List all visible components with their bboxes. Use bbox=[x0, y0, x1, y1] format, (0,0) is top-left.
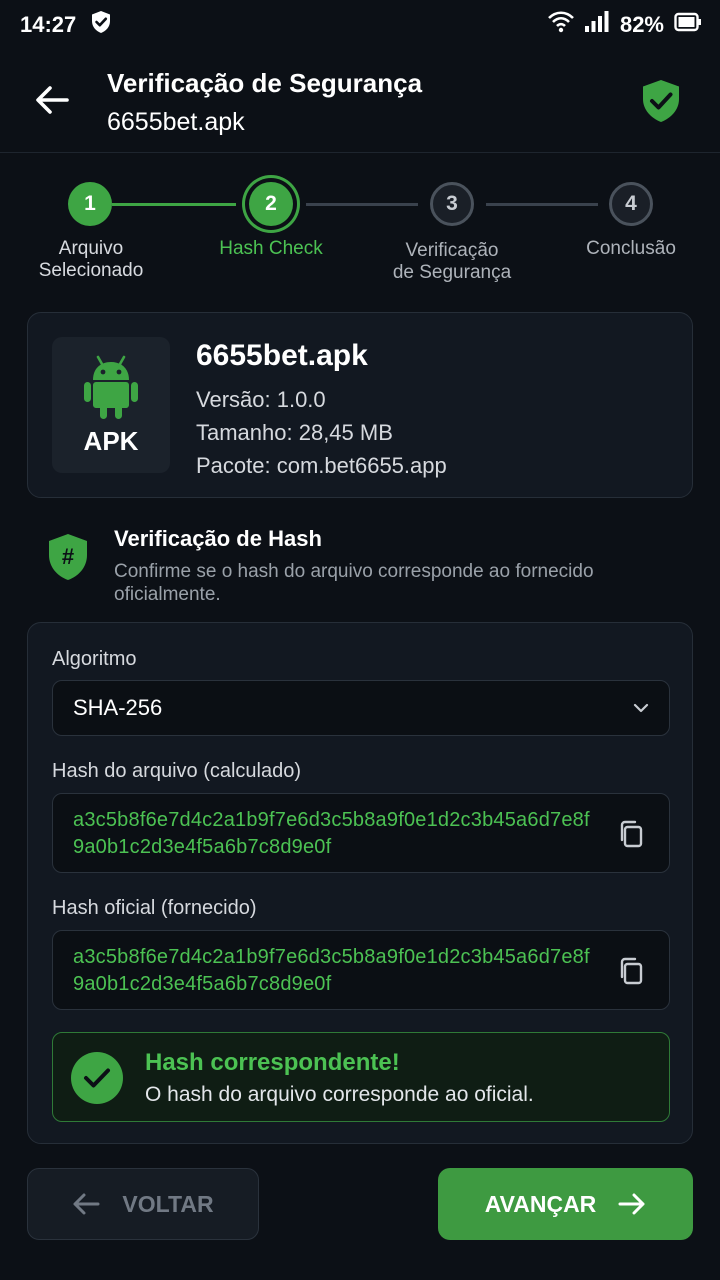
chevron-down-icon bbox=[633, 703, 649, 713]
calculated-hash-label: Hash do arquivo (calculado) bbox=[52, 760, 302, 782]
step-2-indicator: 2 bbox=[249, 182, 293, 226]
arrow-left-icon bbox=[73, 1193, 100, 1215]
file-name: 6655bet.apk bbox=[196, 339, 368, 372]
step-1-indicator: 1 bbox=[68, 182, 112, 226]
step-4-label: Conclusão bbox=[586, 238, 676, 259]
hash-section-description: Confirme se o hash do arquivo correspond… bbox=[114, 561, 594, 605]
algorithm-selected-value: SHA-256 bbox=[73, 695, 163, 720]
apk-badge-label: APK bbox=[83, 425, 139, 456]
android-icon bbox=[84, 355, 138, 419]
step-4-indicator: 4 bbox=[609, 182, 653, 226]
step-3-label: Verificação de Segurança bbox=[392, 240, 512, 283]
algorithm-label: Algoritmo bbox=[52, 648, 137, 670]
calculated-hash-value: a3c5b8f6e7d4c2a1b9f7e6d3c5b8a9f0e1d2c3b4… bbox=[73, 809, 590, 858]
file-size: Tamanho: 28,45 MB bbox=[196, 420, 393, 445]
official-hash-value: a3c5b8f6e7d4c2a1b9f7e6d3c5b8a9f0e1d2c3b4… bbox=[73, 946, 590, 995]
arrow-left-icon bbox=[36, 86, 69, 114]
step-3-indicator: 3 bbox=[430, 182, 474, 226]
step-connector bbox=[306, 203, 418, 206]
battery-percent: 82% bbox=[619, 12, 664, 37]
step-connector bbox=[486, 203, 598, 206]
step-connector bbox=[112, 203, 236, 206]
official-hash-label: Hash oficial (fornecido) bbox=[52, 897, 257, 919]
file-package: Pacote: com.bet6655.app bbox=[196, 453, 447, 478]
copy-official-hash-button[interactable] bbox=[615, 955, 647, 987]
check-circle-icon bbox=[71, 1052, 123, 1104]
page-title: Verificação de Segurança bbox=[107, 68, 423, 98]
app-header: Verificação de Segurança 6655bet.apk bbox=[0, 52, 720, 153]
result-title: Hash correspondente! bbox=[145, 1049, 400, 1076]
copy-icon bbox=[620, 957, 643, 985]
official-hash-field[interactable]: a3c5b8f6e7d4c2a1b9f7e6d3c5b8a9f0e1d2c3b4… bbox=[52, 930, 670, 1010]
shield-check-icon bbox=[640, 78, 682, 129]
status-time: 14:27 bbox=[20, 12, 77, 37]
status-bar: 14:27 82% bbox=[0, 0, 720, 50]
file-version: Versão: 1.0.0 bbox=[196, 387, 326, 412]
file-info-card: APK 6655bet.apk Versão: 1.0.0 Tamanho: 2… bbox=[27, 312, 693, 498]
next-button-label: AVANÇAR bbox=[484, 1190, 597, 1217]
page-subtitle: 6655bet.apk bbox=[107, 108, 245, 136]
progress-stepper: 1 2 3 4 Arquivo Selecionado Hash Check V… bbox=[0, 170, 720, 300]
hash-shield-icon: # bbox=[46, 532, 90, 587]
svg-text:#: # bbox=[62, 544, 74, 569]
back-arrow-button[interactable] bbox=[30, 78, 74, 122]
next-button[interactable]: AVANÇAR bbox=[438, 1168, 693, 1240]
back-button[interactable]: VOLTAR bbox=[27, 1168, 259, 1240]
back-button-label: VOLTAR bbox=[122, 1190, 214, 1217]
algorithm-select[interactable]: SHA-256 bbox=[52, 680, 670, 736]
result-description: O hash do arquivo corresponde ao oficial… bbox=[145, 1083, 534, 1106]
apk-file-tile: APK bbox=[52, 337, 170, 473]
hash-match-result: Hash correspondente! O hash do arquivo c… bbox=[52, 1032, 670, 1122]
wifi-icon bbox=[548, 11, 574, 39]
calculated-hash-field[interactable]: a3c5b8f6e7d4c2a1b9f7e6d3c5b8a9f0e1d2c3b4… bbox=[52, 793, 670, 873]
battery-icon bbox=[674, 11, 702, 39]
hash-form-card: Algoritmo SHA-256 Hash do arquivo (calcu… bbox=[27, 622, 693, 1144]
step-2-label: Hash Check bbox=[219, 238, 323, 259]
copy-icon bbox=[620, 820, 643, 848]
hash-section-title: Verificação de Hash bbox=[114, 526, 322, 551]
step-1-label: Arquivo Selecionado bbox=[38, 238, 144, 281]
signal-icon bbox=[584, 11, 610, 39]
shield-status-icon bbox=[90, 10, 112, 40]
arrow-right-icon bbox=[618, 1193, 645, 1215]
copy-calculated-hash-button[interactable] bbox=[615, 818, 647, 850]
